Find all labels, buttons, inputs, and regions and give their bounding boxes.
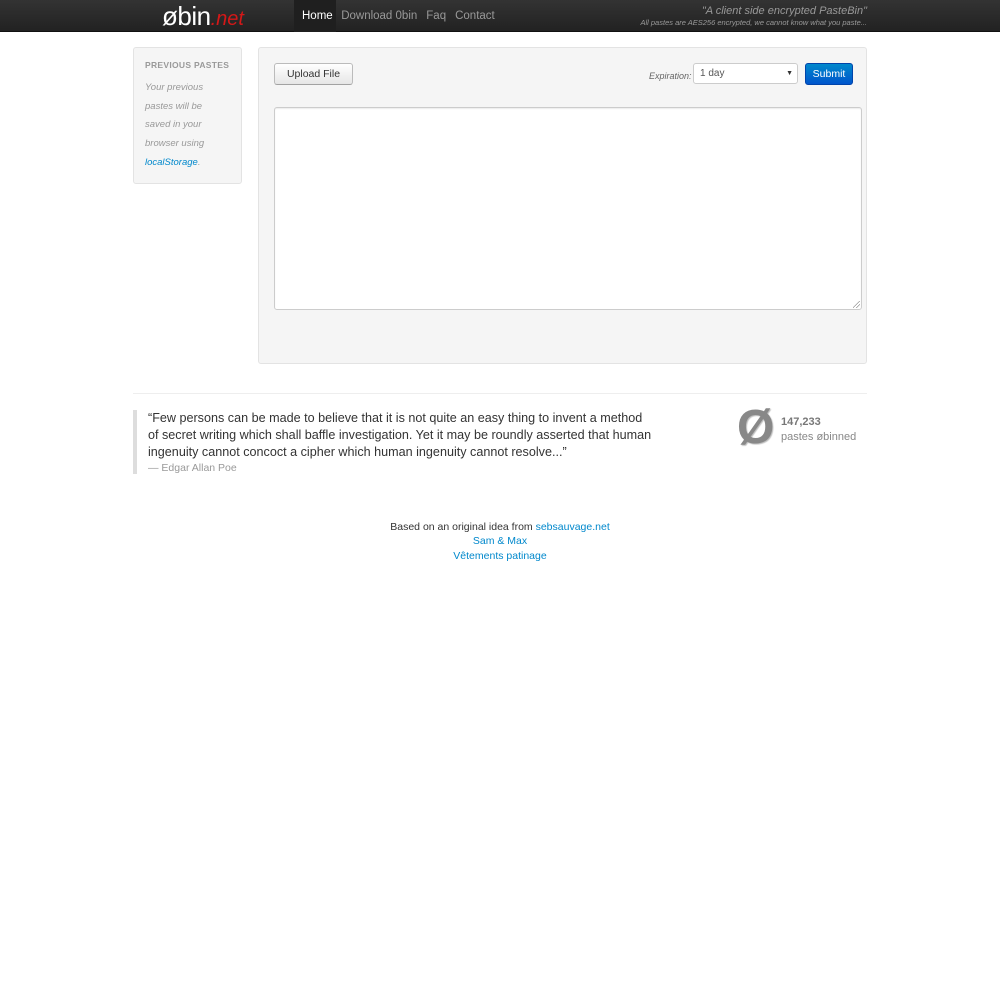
resize-grip-icon[interactable] — [853, 301, 860, 308]
paste-count: 147,233 — [781, 416, 821, 428]
caret-down-icon: ▼ — [786, 70, 793, 77]
footer-line-1: Based on an original idea from sebsauvag… — [0, 520, 1000, 534]
brand-main: øbin — [162, 1, 211, 31]
nav-faq[interactable]: Faq — [422, 0, 451, 32]
paste-count-label: pastes øbinned — [781, 431, 857, 443]
footer-line-3: Vêtements patinage — [0, 549, 1000, 563]
quote-text: “Few persons can be made to believe that… — [148, 411, 652, 459]
expiration-value: 1 day — [700, 68, 725, 79]
nav-contact[interactable]: Contact — [451, 0, 500, 32]
tagline-sub: All pastes are AES256 encrypted, we cann… — [640, 18, 867, 27]
sam-max-link[interactable]: Sam & Max — [473, 535, 527, 547]
previous-pastes-text: Your previous pastes will be saved in yo… — [145, 79, 230, 173]
previous-pastes-title: Previous pastes — [145, 60, 230, 70]
brand-logo[interactable]: øbin.net — [162, 0, 294, 32]
tagline-main: "A client side encrypted PasteBin" — [701, 5, 867, 17]
expiration-select[interactable]: 1 day ▼ — [693, 63, 798, 84]
tagline: "A client side encrypted PasteBin" All p… — [640, 5, 867, 28]
expiration-label: Expiration: — [649, 71, 692, 81]
navbar: øbin.net Home Download 0bin Faq Contact … — [0, 0, 1000, 32]
footer-line-2: Sam & Max — [0, 534, 1000, 548]
submit-button[interactable]: Submit — [805, 63, 853, 85]
previous-pastes-end: . — [197, 156, 201, 168]
footer: Based on an original idea from sebsauvag… — [0, 520, 1000, 563]
nav-download[interactable]: Download 0bin — [337, 0, 422, 32]
nav-home[interactable]: Home — [294, 0, 337, 32]
paste-textarea[interactable] — [274, 107, 862, 310]
nav-menu: Home Download 0bin Faq Contact — [294, 0, 499, 32]
localstorage-link[interactable]: localStorage — [145, 157, 198, 168]
sebsauvage-link[interactable]: sebsauvage.net — [536, 521, 610, 533]
zero-bin-logo-icon: Ø — [737, 401, 775, 454]
footer-based-on: Based on an original idea from — [390, 521, 533, 533]
vetements-link[interactable]: Vêtements patinage — [453, 550, 546, 562]
quote-author: — Edgar Allan Poe — [148, 462, 237, 474]
divider — [133, 393, 867, 394]
paste-form: Upload File Expiration: 1 day ▼ Submit — [258, 47, 867, 364]
previous-pastes-desc: Your previous pastes will be saved in yo… — [145, 82, 205, 150]
brand-tld: .net — [210, 8, 244, 30]
upload-file-button[interactable]: Upload File — [274, 63, 353, 85]
previous-pastes-panel: Previous pastes Your previous pastes wil… — [133, 47, 242, 184]
quote-block: “Few persons can be made to believe that… — [133, 410, 653, 474]
